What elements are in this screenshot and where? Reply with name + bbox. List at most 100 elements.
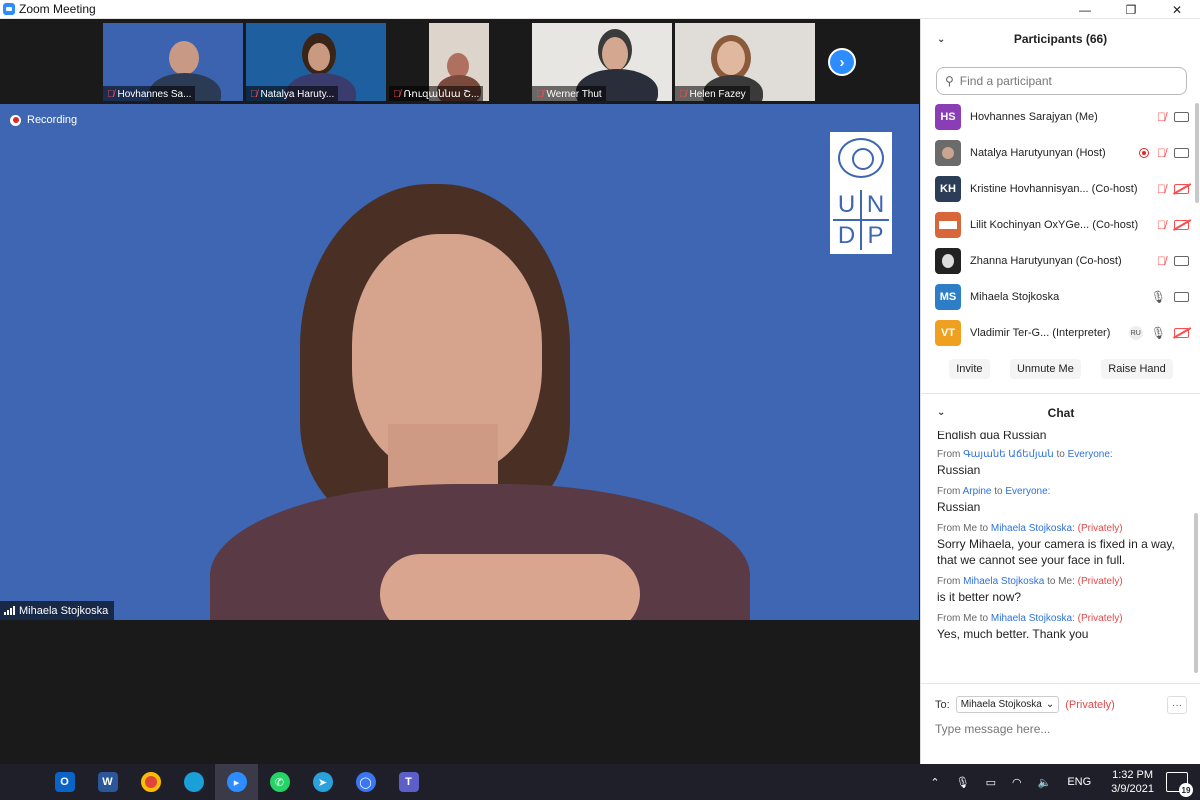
- camera-icon[interactable]: [1174, 112, 1189, 122]
- windows-icon: [14, 774, 30, 790]
- participant-row[interactable]: HS Hovhannes Sarajyan (Me) 🎙̸: [921, 99, 1200, 135]
- video-thumbnail[interactable]: 🎙̸ Werner Thut: [532, 23, 672, 101]
- teams-icon: T: [398, 772, 419, 792]
- language-indicator[interactable]: ENG: [1067, 776, 1091, 788]
- more-options-button[interactable]: ···: [1167, 696, 1187, 714]
- chat-header: ⌄ Chat: [921, 393, 1200, 431]
- taskbar-teams[interactable]: T: [387, 764, 430, 800]
- thumbnail-name: 🎙̸ Natalya Haruty...: [246, 86, 339, 101]
- mic-icon[interactable]: 🎙: [1151, 326, 1166, 340]
- search-input[interactable]: [959, 74, 1160, 88]
- camera-icon[interactable]: [1174, 292, 1189, 302]
- participants-scrollbar[interactable]: [1195, 103, 1199, 203]
- battery-icon[interactable]: ▭: [986, 776, 996, 789]
- camera-icon[interactable]: [1174, 148, 1189, 158]
- mic-muted-icon[interactable]: 🎙̸: [1157, 254, 1166, 268]
- raise-hand-button[interactable]: Raise Hand: [1101, 359, 1173, 379]
- signal-bars-icon: [4, 606, 15, 615]
- wifi-icon[interactable]: ◠: [1012, 776, 1022, 789]
- participant-name: Vladimir Ter-G... (Interpreter): [970, 327, 1111, 339]
- recipient-link[interactable]: Mihaela Stojkoska:: [991, 613, 1075, 624]
- chrome-icon: [140, 772, 161, 792]
- chevron-down-icon: ⌄: [1045, 699, 1055, 710]
- window-controls: — ❐ ✕: [1062, 0, 1200, 19]
- chat-message-input[interactable]: [935, 722, 1185, 736]
- avatar: KH: [935, 176, 961, 202]
- notifications-icon[interactable]: 19: [1166, 772, 1193, 797]
- un-emblem-icon: [838, 138, 884, 178]
- clock-date: 3/9/2021: [1111, 783, 1154, 795]
- recipient-link[interactable]: Everyone:: [1005, 486, 1050, 497]
- taskbar-outlook[interactable]: O: [43, 764, 86, 800]
- minimize-button[interactable]: —: [1062, 0, 1108, 19]
- mic-muted-icon: 🎙̸: [250, 89, 258, 100]
- recipient-link[interactable]: Mihaela Stojkoska:: [991, 523, 1075, 534]
- video-thumbnail[interactable]: 🎙̸ Hovhannes Sa...: [103, 23, 243, 101]
- camera-off-icon[interactable]: [1174, 220, 1189, 230]
- camera-off-icon[interactable]: [1174, 184, 1189, 194]
- start-button[interactable]: [0, 764, 43, 800]
- word-icon: W: [97, 772, 118, 792]
- volume-icon[interactable]: 🔈: [1038, 776, 1052, 789]
- taskbar: O W ▸ ✆ ➤ ◯ T ⌃ 🎙 ▭ ◠ 🔈 ENG 1:32 PM 3/9/…: [0, 764, 1200, 800]
- edge-icon: [183, 772, 204, 792]
- video-thumbnail[interactable]: 🎙̸ Ռուզաննա Շ...: [389, 23, 529, 101]
- sender-link[interactable]: Mihaela Stojkoska: [963, 576, 1044, 587]
- sender-link[interactable]: Arpine: [963, 486, 992, 497]
- thumbnail-name: 🎙̸ Ռուզաննա Շ...: [389, 86, 484, 101]
- next-page-button[interactable]: ›: [828, 48, 856, 76]
- chevron-down-icon[interactable]: ⌄: [937, 407, 945, 418]
- participant-row[interactable]: VT Vladimir Ter-G... (Interpreter) RU 🎙: [921, 315, 1200, 351]
- speaker-name-label: Mihaela Stojkoska: [0, 601, 115, 620]
- taskbar-signal[interactable]: ◯: [344, 764, 387, 800]
- recipient-link[interactable]: Everyone:: [1068, 449, 1113, 460]
- chat-composer: To: Mihaela Stojkoska ⌄ (Privately) ···: [921, 683, 1200, 764]
- microphone-icon[interactable]: 🎙: [956, 776, 970, 789]
- main-speaker-video[interactable]: U N D P: [0, 104, 919, 620]
- taskbar-telegram[interactable]: ➤: [301, 764, 344, 800]
- mic-muted-icon[interactable]: 🎙̸: [1157, 182, 1166, 196]
- video-thumbnail[interactable]: 🎙̸ Helen Fazey: [675, 23, 815, 101]
- mic-muted-icon: 🎙̸: [536, 89, 544, 100]
- mic-icon[interactable]: 🎙: [1151, 290, 1166, 304]
- close-button[interactable]: ✕: [1154, 0, 1200, 19]
- video-thumbnail[interactable]: 🎙̸ Natalya Haruty...: [246, 23, 386, 101]
- taskbar-whatsapp[interactable]: ✆: [258, 764, 301, 800]
- unmute-me-button[interactable]: Unmute Me: [1009, 359, 1081, 379]
- chevron-down-icon[interactable]: ⌄: [937, 34, 945, 45]
- participant-row[interactable]: Natalya Harutyunyan (Host) 🎙̸: [921, 135, 1200, 171]
- camera-off-icon[interactable]: [1174, 328, 1189, 338]
- clock[interactable]: 1:32 PM 3/9/2021: [1111, 768, 1154, 796]
- invite-button[interactable]: Invite: [949, 359, 990, 379]
- chat-message: From Me to Mihaela Stojkoska: (Privately…: [937, 613, 1123, 641]
- participant-search[interactable]: ⚲: [936, 67, 1187, 95]
- mic-muted-icon: 🎙̸: [107, 89, 115, 100]
- participant-row[interactable]: KH Kristine Hovhannisyan... (Co-host) 🎙̸: [921, 171, 1200, 207]
- taskbar-edge[interactable]: [172, 764, 215, 800]
- mic-muted-icon[interactable]: 🎙̸: [1157, 146, 1166, 160]
- avatar: [935, 248, 961, 274]
- mic-muted-icon[interactable]: 🎙̸: [1157, 218, 1166, 232]
- mic-muted-icon: 🎙̸: [679, 89, 687, 100]
- participant-row[interactable]: MS Mihaela Stojkoska 🎙: [921, 279, 1200, 315]
- camera-icon[interactable]: [1174, 256, 1189, 266]
- chevron-up-icon[interactable]: ⌃: [930, 776, 939, 789]
- mic-muted-icon: 🎙̸: [393, 89, 401, 100]
- avatar: [935, 140, 961, 166]
- chat-message: From Arpine to Everyone: Russian: [937, 486, 1051, 514]
- taskbar-word[interactable]: W: [86, 764, 129, 800]
- maximize-button[interactable]: ❐: [1108, 0, 1154, 19]
- taskbar-zoom[interactable]: ▸: [215, 764, 258, 800]
- window-title: Zoom Meeting: [19, 2, 96, 16]
- recipient-select[interactable]: Mihaela Stojkoska ⌄: [955, 696, 1060, 713]
- system-tray: ⌃ 🎙 ▭ ◠ 🔈 ENG 1:32 PM 3/9/2021 19: [922, 764, 1200, 800]
- sender-link[interactable]: Գայանե Աճեմյան: [963, 449, 1054, 460]
- mic-muted-icon[interactable]: 🎙̸: [1157, 110, 1166, 124]
- to-label: To:: [935, 698, 950, 711]
- speaker-hand: [380, 554, 640, 620]
- zoom-app-icon: [3, 3, 15, 15]
- participant-row[interactable]: Zhanna Harutyunyan (Co-host) 🎙̸: [921, 243, 1200, 279]
- chat-scrollbar[interactable]: [1194, 513, 1198, 673]
- taskbar-chrome[interactable]: [129, 764, 172, 800]
- participant-row[interactable]: Lilit Kochinyan OxYGe... (Co-host) 🎙̸: [921, 207, 1200, 243]
